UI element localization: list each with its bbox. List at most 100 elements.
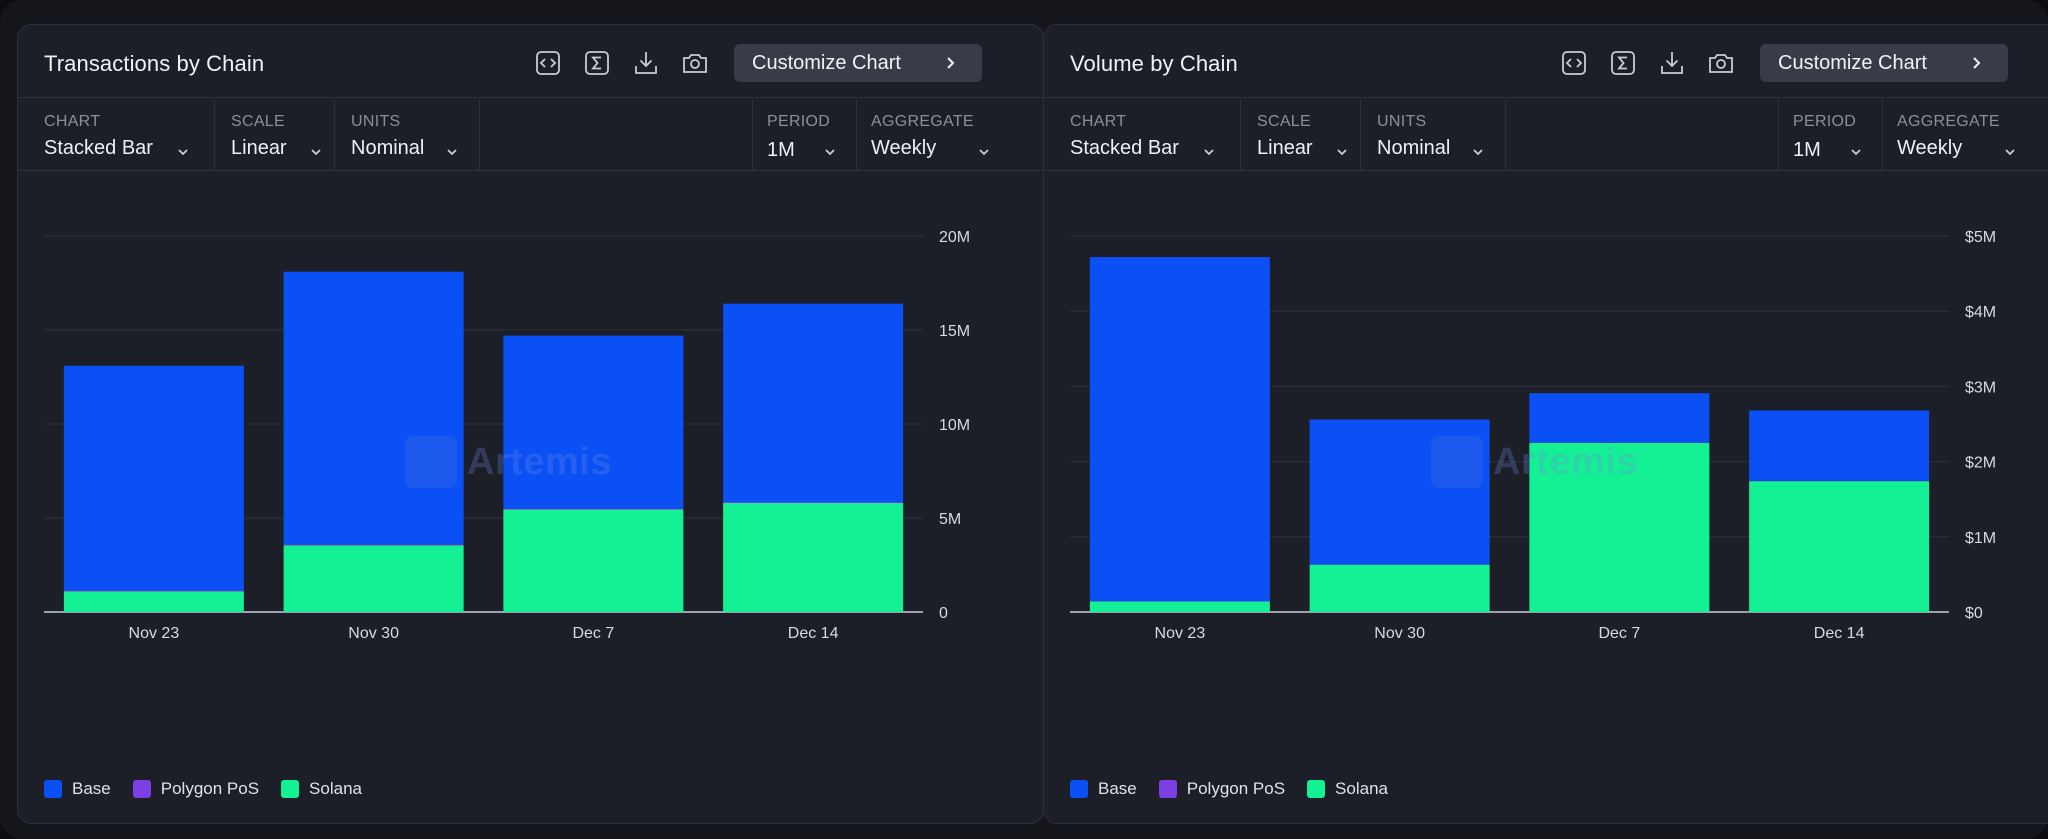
legend-swatch (132, 780, 151, 798)
artemis-logo-icon (405, 436, 457, 488)
aggregate-label: AGGREGATE (1897, 113, 2000, 130)
period-select[interactable]: PERIOD 1M (752, 99, 856, 171)
chart-controls: CHART Stacked Bar SCALE Linear UNITS Nom… (18, 99, 1043, 171)
embed-icon[interactable] (1560, 49, 1588, 77)
legend-swatch (1307, 780, 1326, 798)
chevron-right-icon (1973, 57, 1981, 69)
bar-polygon-pos (63, 590, 244, 592)
scale-select[interactable]: SCALE Linear (1241, 99, 1361, 171)
units-label: UNITS (1377, 113, 1427, 130)
chevron-down-icon (178, 149, 188, 156)
legend-swatch (1070, 780, 1088, 798)
legend-swatch (281, 780, 300, 798)
bar-base (1749, 410, 1930, 481)
download-icon[interactable] (1658, 49, 1686, 77)
y-tick-label: $3M (1965, 379, 1996, 396)
y-tick-label: 0 (939, 605, 948, 622)
legend-label: Polygon PoS (160, 779, 260, 798)
legend-item-polygon-pos[interactable]: Polygon PoS (1158, 779, 1286, 799)
legend-label: Polygon PoS (1186, 779, 1286, 798)
period-label: PERIOD (767, 113, 831, 130)
period-select[interactable]: PERIOD 1M (1778, 99, 1882, 171)
embed-icon[interactable] (534, 49, 562, 77)
dashboard-frame: Transactions by Chain Customize Chart CH… (0, 0, 2048, 839)
x-tick-label: Dec 14 (788, 625, 839, 642)
legend-label: Base (72, 779, 111, 798)
x-tick-label: Nov 23 (1155, 625, 1206, 642)
aggregate-label: AGGREGATE (871, 113, 974, 130)
chart-type-value: Stacked Bar (1070, 137, 1179, 159)
bar-solana (283, 545, 464, 612)
period-value: 1M (767, 139, 795, 161)
legend-label: Base (1098, 779, 1137, 798)
chart-type-label: CHART (1070, 113, 1127, 130)
bar-solana (503, 509, 684, 612)
bar-polygon-pos (723, 502, 904, 503)
period-label: PERIOD (1793, 113, 1857, 130)
x-tick-label: Dec 7 (1598, 625, 1640, 642)
chevron-right-icon (947, 57, 955, 69)
legend-item-solana[interactable]: Solana (1307, 779, 1388, 799)
scale-label: SCALE (231, 113, 285, 130)
legend-swatch (1158, 780, 1177, 798)
sum-icon[interactable] (1609, 49, 1637, 77)
customize-chart-button[interactable]: Customize Chart (734, 44, 982, 82)
download-icon[interactable] (632, 49, 660, 77)
legend-item-polygon-pos[interactable]: Polygon PoS (132, 779, 260, 799)
customize-chart-label: Customize Chart (1778, 51, 1927, 74)
bar-solana (1089, 601, 1270, 612)
chevron-down-icon (979, 149, 989, 156)
customize-chart-button[interactable]: Customize Chart (1760, 44, 2008, 82)
watermark: Artemis (1431, 436, 1638, 488)
y-tick-label: $5M (1965, 229, 1996, 246)
legend-label: Solana (1335, 779, 1388, 798)
legend-label: Solana (309, 779, 362, 798)
y-tick-label: 10M (939, 417, 970, 434)
chart-legend: Base Polygon PoS Solana (44, 779, 384, 799)
scale-select[interactable]: SCALE Linear (215, 99, 335, 171)
legend-item-base[interactable]: Base (44, 779, 111, 799)
bar-solana (1309, 564, 1490, 612)
units-select[interactable]: UNITS Nominal (1361, 99, 1506, 171)
scale-label: SCALE (1257, 113, 1311, 130)
chart-legend: Base Polygon PoS Solana (1070, 779, 1410, 799)
camera-icon[interactable] (681, 49, 709, 77)
x-tick-label: Dec 7 (572, 625, 614, 642)
camera-icon[interactable] (1707, 49, 1735, 77)
chevron-down-icon (825, 149, 835, 156)
chevron-down-icon (447, 149, 457, 156)
chevron-down-icon (1337, 149, 1347, 156)
legend-item-solana[interactable]: Solana (281, 779, 362, 799)
y-tick-label: 15M (939, 323, 970, 340)
x-tick-label: Dec 14 (1814, 625, 1865, 642)
x-tick-label: Nov 30 (348, 625, 399, 642)
bar-polygon-pos (283, 544, 464, 546)
aggregate-select[interactable]: AGGREGATE Weekly (1882, 99, 2048, 171)
bar-solana (723, 502, 904, 612)
panel-header: Volume by Chain Customize Chart (1044, 25, 2048, 98)
panel-title: Volume by Chain (1070, 51, 1238, 76)
chart-type-select[interactable]: CHART Stacked Bar (44, 99, 215, 171)
aggregate-select[interactable]: AGGREGATE Weekly (856, 99, 1043, 171)
x-tick-label: Nov 23 (129, 625, 180, 642)
legend-swatch (44, 780, 62, 798)
chevron-down-icon (2005, 149, 2015, 156)
sum-icon[interactable] (583, 49, 611, 77)
units-select[interactable]: UNITS Nominal (335, 99, 480, 171)
scale-value: Linear (1257, 137, 1313, 159)
bar-base (723, 303, 904, 503)
legend-item-base[interactable]: Base (1070, 779, 1137, 799)
scale-value: Linear (231, 137, 287, 159)
chart-type-label: CHART (44, 113, 101, 130)
y-tick-label: $0 (1965, 605, 1983, 622)
panel-title: Transactions by Chain (44, 51, 265, 76)
panel-volume-by-chain: Volume by Chain Customize Chart CHART St… (1043, 24, 2048, 824)
y-tick-label: $2M (1965, 455, 1996, 472)
chart-controls: CHART Stacked Bar SCALE Linear UNITS Nom… (1044, 99, 2048, 171)
watermark-text: Artemis (467, 440, 612, 483)
customize-chart-label: Customize Chart (752, 51, 901, 74)
bar-base (1089, 257, 1270, 602)
chart-type-value: Stacked Bar (44, 137, 153, 159)
chevron-down-icon (311, 149, 321, 156)
chart-type-select[interactable]: CHART Stacked Bar (1070, 99, 1241, 171)
